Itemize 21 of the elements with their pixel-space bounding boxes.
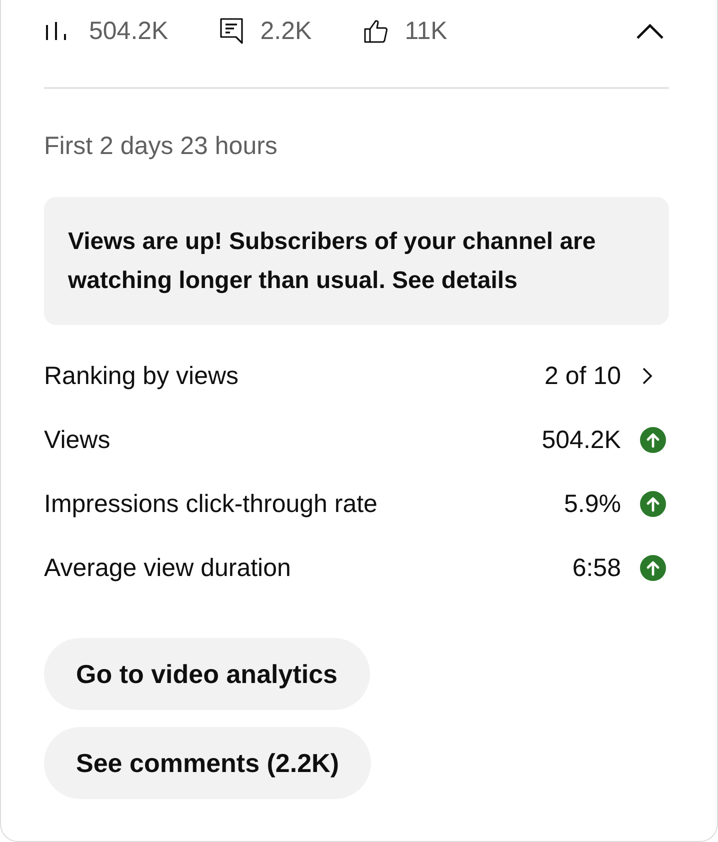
metric-label: Average view duration — [44, 553, 291, 583]
period-label: First 2 days 23 hours — [44, 131, 278, 161]
metric-value: 2 of 10 — [544, 361, 621, 391]
action-button[interactable]: See comments (2.2K) — [44, 727, 371, 799]
metric-label: Views — [44, 425, 110, 455]
thumbs-up-icon — [364, 19, 388, 43]
stat-count: 2.2K — [260, 16, 312, 46]
stat-count: 11K — [404, 16, 448, 46]
metric-label: Ranking by views — [44, 361, 239, 391]
see-details-link[interactable]: See details — [392, 267, 518, 294]
comment-icon — [220, 18, 244, 44]
chevron-right-icon[interactable] — [642, 367, 653, 385]
stat-count: 504.2K — [89, 16, 168, 46]
metric-value: 5.9% — [564, 489, 621, 519]
insight-text: Views are up! Subscribers of your channel are watching longer than usual. See details — [68, 227, 597, 296]
action-button[interactable]: Go to video analytics — [44, 638, 370, 710]
metric-value: 6:58 — [572, 553, 621, 583]
metric-label: Impressions click-through rate — [44, 489, 378, 519]
bar-chart-icon — [46, 22, 66, 40]
metric-value: 504.2K — [542, 425, 621, 455]
chevron-up-icon — [636, 24, 664, 38]
